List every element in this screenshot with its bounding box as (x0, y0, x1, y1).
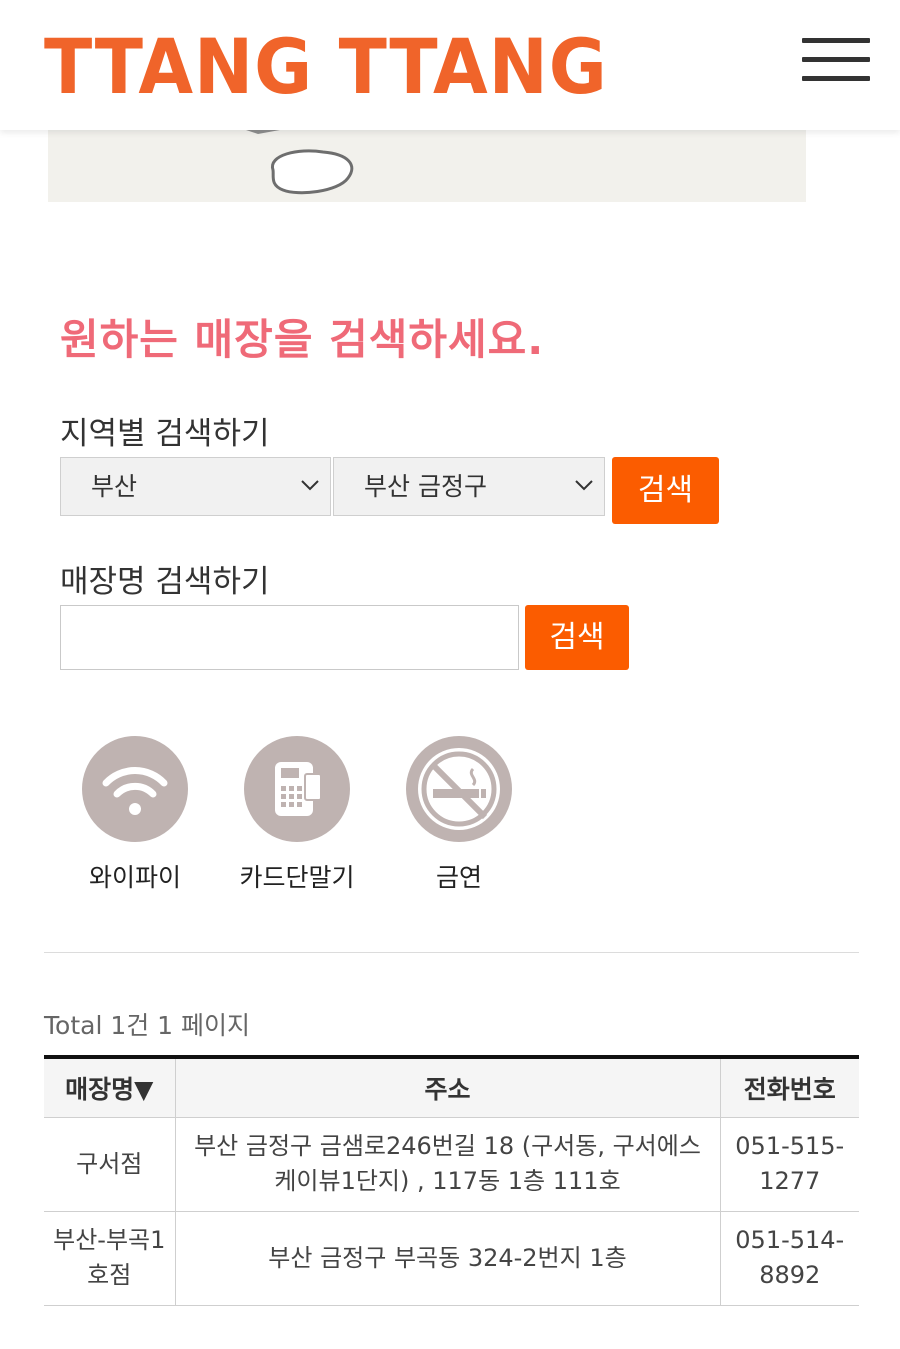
column-header-phone: 전화번호 (719, 1057, 859, 1118)
amenity-label: 와이파이 (88, 863, 181, 892)
hamburger-icon[interactable] (802, 38, 870, 82)
region-select[interactable]: 부산 (60, 457, 331, 516)
region-map-image (48, 130, 806, 202)
search-title: 원하는 매장을 검색하세요. (60, 315, 545, 364)
chevron-down-icon (575, 480, 593, 491)
site-header: TTANG TTANG (0, 0, 900, 130)
site-logo[interactable]: TTANG TTANG (44, 22, 608, 112)
store-name-cell[interactable]: 부산-부곡1호점 (44, 1211, 175, 1306)
store-search-label: 매장명 검색하기 (60, 564, 270, 600)
phone-cell[interactable]: 051-515-1277 (719, 1117, 859, 1212)
section-divider (44, 952, 859, 953)
wifi-icon (82, 736, 188, 842)
table-row[interactable]: 구서점 부산 금정구 금샘로246번길 18 (구서동, 구서에스케이뷰1단지)… (44, 1117, 859, 1212)
address-cell: 부산 금정구 금샘로246번길 18 (구서동, 구서에스케이뷰1단지) , 1… (174, 1117, 720, 1212)
amenity-label: 카드단말기 (239, 863, 355, 892)
store-search-button[interactable]: 검색 (525, 605, 629, 670)
store-name-input[interactable] (60, 605, 519, 670)
store-results-table: 매장명▼ 주소 전화번호 구서점 부산 금정구 금샘로246번길 18 (구서동… (44, 1055, 859, 1306)
region-search-button[interactable]: 검색 (612, 457, 719, 524)
store-name-cell[interactable]: 구서점 (44, 1117, 175, 1212)
no-smoking-icon (406, 736, 512, 842)
amenity-wifi: 와이파이 (55, 736, 215, 894)
column-header-store-name[interactable]: 매장명▼ (44, 1057, 175, 1118)
region-search-label: 지역별 검색하기 (60, 416, 270, 452)
region-select-value: 부산 (91, 472, 138, 501)
district-select[interactable]: 부산 금정구 (333, 457, 605, 516)
amenity-label: 금연 (435, 863, 482, 892)
phone-cell[interactable]: 051-514-8892 (719, 1211, 859, 1306)
results-total: Total 1건 1 페이지 (44, 1011, 251, 1040)
column-header-address: 주소 (174, 1057, 720, 1118)
address-cell: 부산 금정구 부곡동 324-2번지 1층 (174, 1211, 720, 1306)
amenity-no-smoking: 금연 (379, 736, 539, 894)
chevron-down-icon (301, 480, 319, 491)
table-row[interactable]: 부산-부곡1호점 부산 금정구 부곡동 324-2번지 1층 051-514-8… (44, 1211, 859, 1306)
card-terminal-icon (244, 736, 350, 842)
amenity-card-terminal: 카드단말기 (217, 736, 377, 894)
district-select-value: 부산 금정구 (364, 472, 487, 501)
